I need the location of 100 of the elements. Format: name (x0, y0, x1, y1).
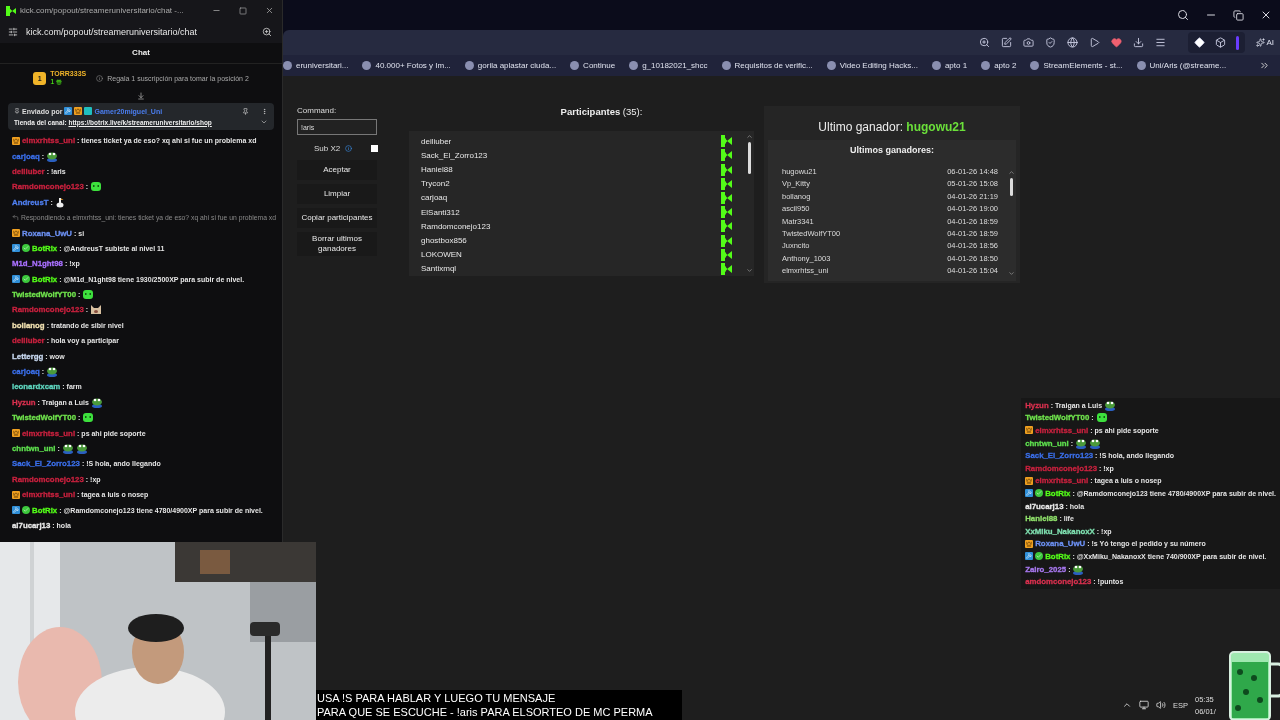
crown-badge-icon (12, 229, 20, 238)
scrollbar-thumb[interactable] (1009, 178, 1013, 196)
subscriber-badge-icon (84, 107, 93, 115)
bookmark-link[interactable]: gorila aplastar ciuda... (464, 61, 557, 70)
winners-title: Ultimos ganadores: (849, 145, 935, 157)
bookmark-link[interactable]: Video Editing Hacks... (826, 61, 918, 70)
kick-logo-icon (721, 206, 732, 219)
bookmark-link[interactable]: apto 2 (981, 61, 1017, 70)
scroll-down-icon[interactable] (137, 92, 145, 100)
bookmark-link[interactable]: Continue (570, 61, 616, 70)
close-icon[interactable] (1260, 9, 1272, 21)
panel-button[interactable]: Aceptar (297, 160, 377, 180)
crown-badge-icon (12, 136, 20, 145)
bookmark-link[interactable]: 40.000+ Fotos y Im... (362, 61, 451, 70)
kick-logo-icon (6, 5, 16, 16)
verified-badge-icon (1035, 552, 1044, 561)
info-icon (96, 74, 104, 82)
sub-x2-label: Sub X2 (314, 144, 341, 153)
scroll-up-icon[interactable] (745, 133, 753, 140)
frog-icon (1072, 563, 1085, 575)
frog-icon (1104, 399, 1117, 411)
slime-icon (82, 289, 95, 301)
kick-logo-icon (721, 163, 732, 176)
heart-icon[interactable] (1111, 37, 1123, 48)
play-icon[interactable] (1089, 37, 1101, 48)
camera-icon[interactable] (1023, 37, 1035, 48)
cube-icon[interactable] (1215, 37, 1227, 48)
search-icon[interactable] (1177, 9, 1189, 21)
zoom-icon[interactable] (262, 27, 272, 37)
caption-text: USA !S PARA HABLAR Y LUEGO TU MENSAJE (317, 691, 557, 705)
crown-badge-icon (12, 490, 20, 499)
zoom-icon[interactable] (979, 37, 991, 48)
hammer-badge-icon (64, 107, 73, 115)
panel-button[interactable]: Borrar ultimos ganadores (297, 232, 377, 256)
maximize-icon[interactable] (239, 6, 247, 15)
hammer-badge-icon (12, 506, 20, 515)
bookmark-link[interactable]: g_10182021_shcc (629, 61, 708, 70)
restore-icon[interactable] (1233, 9, 1244, 21)
expand-icon[interactable] (260, 118, 268, 126)
scroll-down-icon[interactable] (745, 267, 753, 274)
participant-name: Sack_El_Zorro123 (421, 150, 488, 160)
frog-icon (46, 150, 59, 162)
site-settings-icon[interactable] (8, 27, 18, 37)
panel-button[interactable]: Copiar participantes (297, 208, 377, 228)
goose-icon (54, 196, 65, 208)
kick-logo-icon (721, 177, 732, 190)
scroll-down-icon[interactable] (1007, 269, 1015, 277)
bookmark-link[interactable]: Requisitos de verific... (721, 61, 813, 70)
participant-name: Trycon2 (421, 179, 450, 189)
crown-badge-icon (74, 107, 83, 115)
scroll-up-icon[interactable] (1007, 169, 1015, 176)
menu-icon[interactable] (1155, 37, 1167, 48)
network-icon[interactable] (1139, 700, 1149, 710)
kick-logo-icon (721, 234, 732, 247)
panel-button[interactable]: Limpiar (297, 184, 377, 204)
site-icon (1136, 61, 1146, 70)
participant-name: Santixmql (421, 264, 457, 274)
shield-icon[interactable] (1045, 37, 1057, 48)
participant-name: carjoaq (421, 193, 448, 203)
scrollbar-thumb[interactable] (747, 142, 751, 174)
site-icon (931, 61, 941, 70)
crown-badge-icon (1025, 426, 1034, 435)
site-icon (981, 61, 991, 70)
site-icon (362, 61, 372, 70)
participants-heading: Participantes (35): (559, 106, 644, 119)
tray-expand-icon[interactable] (1122, 700, 1132, 710)
hammer-badge-icon (12, 244, 20, 253)
bookmark-link[interactable]: Uni/Aris (@streame... (1136, 61, 1227, 70)
mug-icon (1226, 648, 1280, 720)
bookmark-link[interactable]: eruniversitari... (283, 61, 349, 70)
bookmark-link[interactable]: StreamElements - st... (1030, 61, 1123, 70)
crown-badge-icon (12, 429, 20, 438)
sub-x2-checkbox[interactable] (371, 145, 379, 152)
kick-logo-icon (721, 248, 732, 261)
last-winner-heading: Ultimo ganador: hugowu21 (818, 119, 966, 136)
verified-badge-icon (22, 244, 30, 253)
pin-icon[interactable] (242, 107, 249, 115)
kick-logo-icon (721, 191, 732, 204)
volume-icon[interactable] (1156, 700, 1166, 710)
more-bookmarks-icon[interactable] (1259, 60, 1270, 71)
frog-icon (75, 443, 88, 454)
diamond-icon[interactable] (1194, 37, 1206, 48)
verified-badge-icon (1035, 489, 1044, 498)
crown-badge-icon (1025, 476, 1034, 485)
caption-text: PARA QUE SE ESCUCHE - !aris PARA ELSORTEO DE MC PERMA (317, 705, 654, 719)
participant-name: deiliuber (421, 136, 452, 146)
kick-logo-icon (721, 135, 732, 148)
bookmark-link[interactable]: apto 1 (931, 61, 968, 70)
slime-icon (82, 412, 95, 424)
download-icon[interactable] (1133, 37, 1145, 48)
hammer-badge-icon (12, 275, 20, 284)
participant-name: Haniel88 (421, 165, 453, 174)
globe-icon[interactable] (1067, 37, 1079, 48)
edit-icon[interactable] (1001, 37, 1013, 48)
cat-icon (90, 304, 103, 316)
info-icon[interactable] (345, 145, 353, 152)
hammer-badge-icon (1025, 552, 1034, 561)
kick-logo-icon (721, 149, 732, 162)
command-label: Command: (297, 106, 338, 115)
crown-badge-icon (1025, 539, 1034, 548)
